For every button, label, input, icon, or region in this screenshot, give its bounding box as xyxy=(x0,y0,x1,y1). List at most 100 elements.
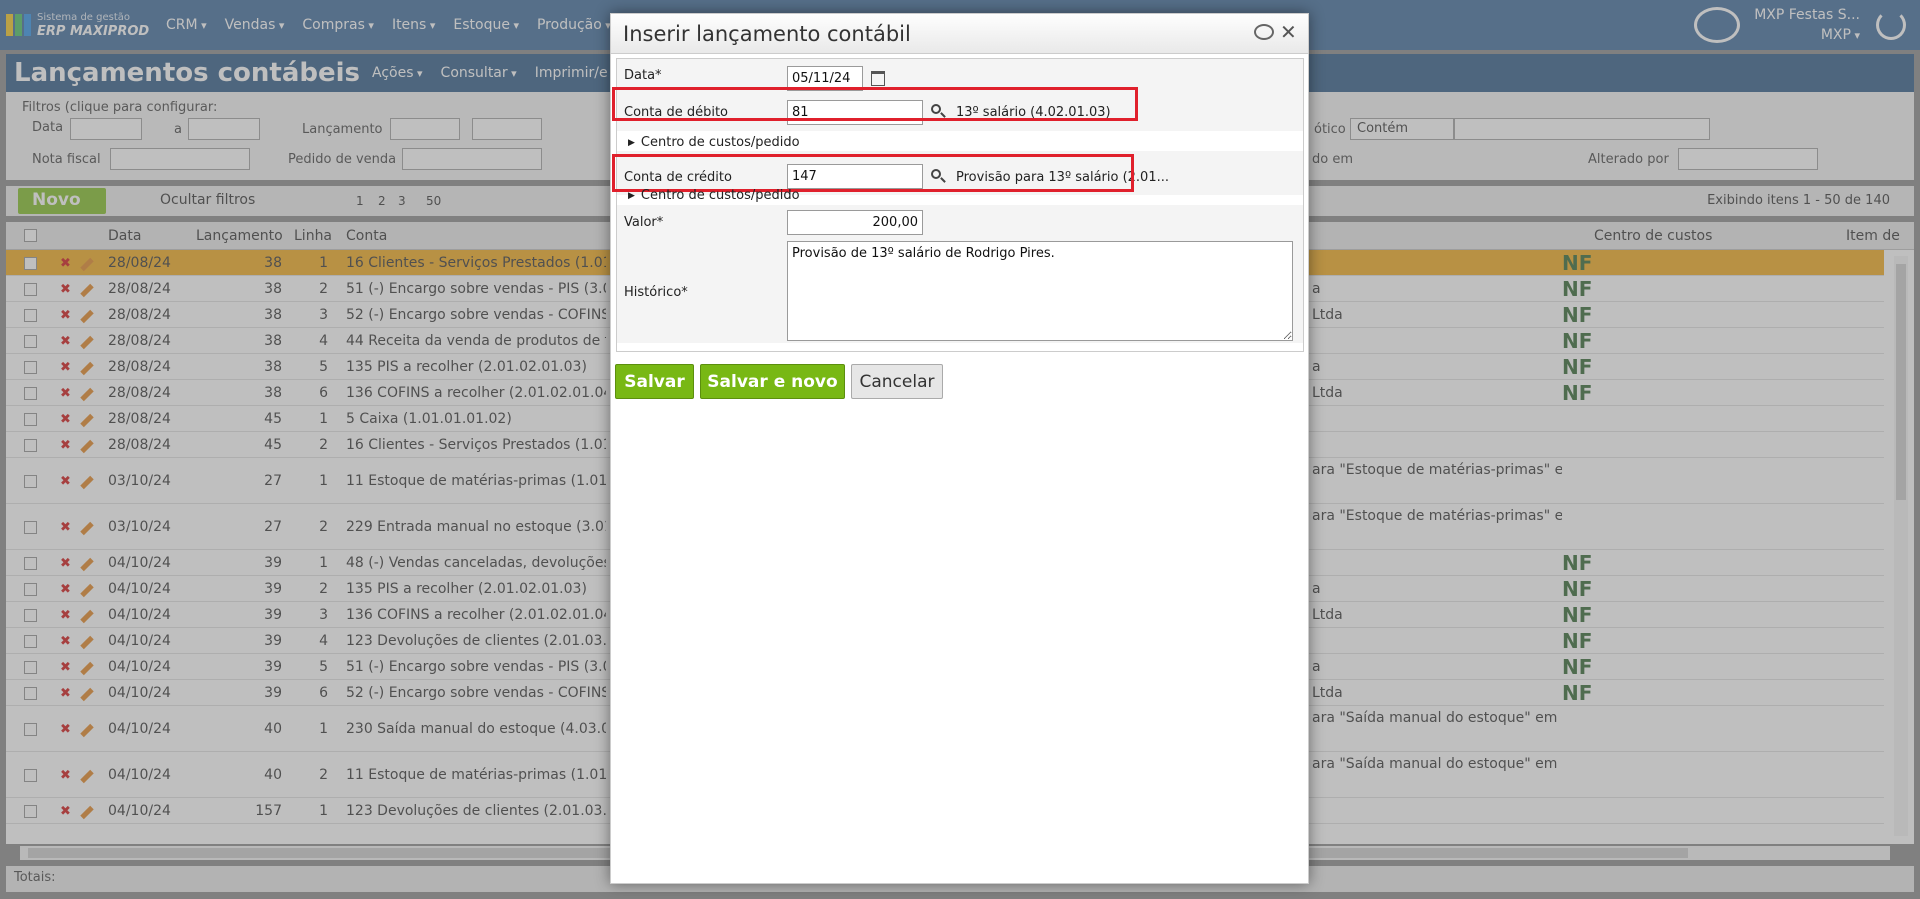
delete-icon[interactable]: ✖ xyxy=(60,556,71,571)
edit-icon[interactable] xyxy=(80,769,94,784)
filter-lancamento-to[interactable] xyxy=(472,118,542,140)
delete-icon[interactable]: ✖ xyxy=(60,634,71,649)
delete-icon[interactable]: ✖ xyxy=(60,686,71,701)
cancelar-button[interactable]: Cancelar xyxy=(851,364,943,399)
delete-icon[interactable]: ✖ xyxy=(60,334,71,349)
row-checkbox[interactable] xyxy=(24,769,37,782)
debito-centro-custos-toggle[interactable]: Centro de custos/pedido xyxy=(628,135,800,150)
vertical-scrollbar[interactable] xyxy=(1894,256,1908,836)
row-checkbox[interactable] xyxy=(24,361,37,374)
edit-icon[interactable] xyxy=(80,583,94,598)
col-centro-custos[interactable]: Centro de custos xyxy=(1594,228,1712,244)
row-checkbox[interactable] xyxy=(24,583,37,596)
filter-nota-fiscal-input[interactable] xyxy=(110,148,250,170)
nf-badge[interactable]: NF xyxy=(1562,629,1592,653)
edit-icon[interactable] xyxy=(80,283,94,298)
menu-estoque[interactable]: Estoque xyxy=(445,17,529,33)
col-conta[interactable]: Conta xyxy=(346,228,387,244)
col-lancamento[interactable]: Lançamento xyxy=(196,228,283,244)
filter-lancamento-from[interactable] xyxy=(390,118,460,140)
chat-icon[interactable] xyxy=(1694,7,1741,43)
edit-icon[interactable] xyxy=(80,805,94,820)
edit-icon[interactable] xyxy=(80,257,94,272)
delete-icon[interactable]: ✖ xyxy=(60,308,71,323)
valor-input[interactable] xyxy=(787,210,923,235)
delete-icon[interactable]: ✖ xyxy=(60,722,71,737)
row-checkbox[interactable] xyxy=(24,309,37,322)
delete-icon[interactable]: ✖ xyxy=(60,282,71,297)
delete-icon[interactable]: ✖ xyxy=(60,474,71,489)
credito-centro-custos-toggle[interactable]: Centro de custos/pedido xyxy=(628,188,800,203)
delete-icon[interactable]: ✖ xyxy=(60,412,71,427)
filters-legend[interactable]: Filtros (clique para configurar: xyxy=(22,100,217,115)
edit-icon[interactable] xyxy=(80,723,94,738)
app-logo[interactable]: Sistema de gestão ERP MAXIPROD xyxy=(0,12,158,39)
filter-pedido-venda-input[interactable] xyxy=(402,148,542,170)
filter-data-to[interactable] xyxy=(188,118,260,140)
edit-icon[interactable] xyxy=(80,387,94,402)
nf-badge[interactable]: NF xyxy=(1562,381,1592,405)
close-icon[interactable]: ✕ xyxy=(1280,20,1297,44)
row-checkbox[interactable] xyxy=(24,723,37,736)
power-icon[interactable] xyxy=(1876,10,1906,40)
menu-imprimir[interactable]: Imprimir/e xyxy=(535,65,617,81)
row-checkbox[interactable] xyxy=(24,475,37,488)
select-all-checkbox[interactable] xyxy=(24,229,37,242)
menu-vendas[interactable]: Vendas xyxy=(217,17,295,33)
delete-icon[interactable]: ✖ xyxy=(60,582,71,597)
filter-historico-mode[interactable]: Contém xyxy=(1350,118,1454,140)
edit-icon[interactable] xyxy=(80,661,94,676)
salvar-e-novo-button[interactable]: Salvar e novo xyxy=(700,364,845,399)
delete-icon[interactable]: ✖ xyxy=(60,768,71,783)
edit-icon[interactable] xyxy=(80,687,94,702)
row-checkbox[interactable] xyxy=(24,283,37,296)
menu-compras[interactable]: Compras xyxy=(294,17,384,33)
delete-icon[interactable]: ✖ xyxy=(60,386,71,401)
dialog-titlebar[interactable]: Inserir lançamento contábil ✕ xyxy=(611,14,1308,54)
row-checkbox[interactable] xyxy=(24,609,37,622)
col-linha[interactable]: Linha xyxy=(294,228,332,244)
row-checkbox[interactable] xyxy=(24,439,37,452)
nf-badge[interactable]: NF xyxy=(1562,277,1592,301)
nf-badge[interactable]: NF xyxy=(1562,551,1592,575)
page-1[interactable]: 1 xyxy=(356,194,364,208)
row-checkbox[interactable] xyxy=(24,661,37,674)
menu-consultar[interactable]: Consultar xyxy=(441,65,517,81)
edit-icon[interactable] xyxy=(80,635,94,650)
menu-crm[interactable]: CRM xyxy=(158,17,217,33)
nf-badge[interactable]: NF xyxy=(1562,577,1592,601)
col-item[interactable]: Item de xyxy=(1846,228,1900,244)
menu-acoes[interactable]: Ações xyxy=(372,65,423,81)
row-checkbox[interactable] xyxy=(24,635,37,648)
row-checkbox[interactable] xyxy=(24,335,37,348)
user-menu[interactable]: MXP Festas S... MXP xyxy=(1754,5,1860,46)
delete-icon[interactable]: ✖ xyxy=(60,608,71,623)
nf-badge[interactable]: NF xyxy=(1562,655,1592,679)
delete-icon[interactable]: ✖ xyxy=(60,804,71,819)
delete-icon[interactable]: ✖ xyxy=(60,360,71,375)
menu-itens[interactable]: Itens xyxy=(384,17,445,33)
edit-icon[interactable] xyxy=(80,521,94,536)
filter-historico-input[interactable] xyxy=(1454,118,1710,140)
comment-icon[interactable] xyxy=(1254,24,1274,40)
calendar-icon[interactable] xyxy=(871,71,885,86)
nf-badge[interactable]: NF xyxy=(1562,329,1592,353)
row-checkbox[interactable] xyxy=(24,413,37,426)
edit-icon[interactable] xyxy=(80,439,94,454)
novo-button[interactable]: Novo xyxy=(18,188,106,214)
row-checkbox[interactable] xyxy=(24,521,37,534)
filter-data-from[interactable] xyxy=(70,118,142,140)
edit-icon[interactable] xyxy=(80,335,94,350)
filter-alterado-por-input[interactable] xyxy=(1678,148,1818,170)
delete-icon[interactable]: ✖ xyxy=(60,256,71,271)
ocultar-filtros-button[interactable]: Ocultar filtros xyxy=(160,192,255,208)
edit-icon[interactable] xyxy=(80,361,94,376)
delete-icon[interactable]: ✖ xyxy=(60,660,71,675)
nf-badge[interactable]: NF xyxy=(1562,303,1592,327)
row-checkbox[interactable] xyxy=(24,687,37,700)
edit-icon[interactable] xyxy=(80,609,94,624)
row-checkbox[interactable] xyxy=(24,557,37,570)
delete-icon[interactable]: ✖ xyxy=(60,520,71,535)
salvar-button[interactable]: Salvar xyxy=(615,364,694,399)
row-checkbox[interactable] xyxy=(24,387,37,400)
